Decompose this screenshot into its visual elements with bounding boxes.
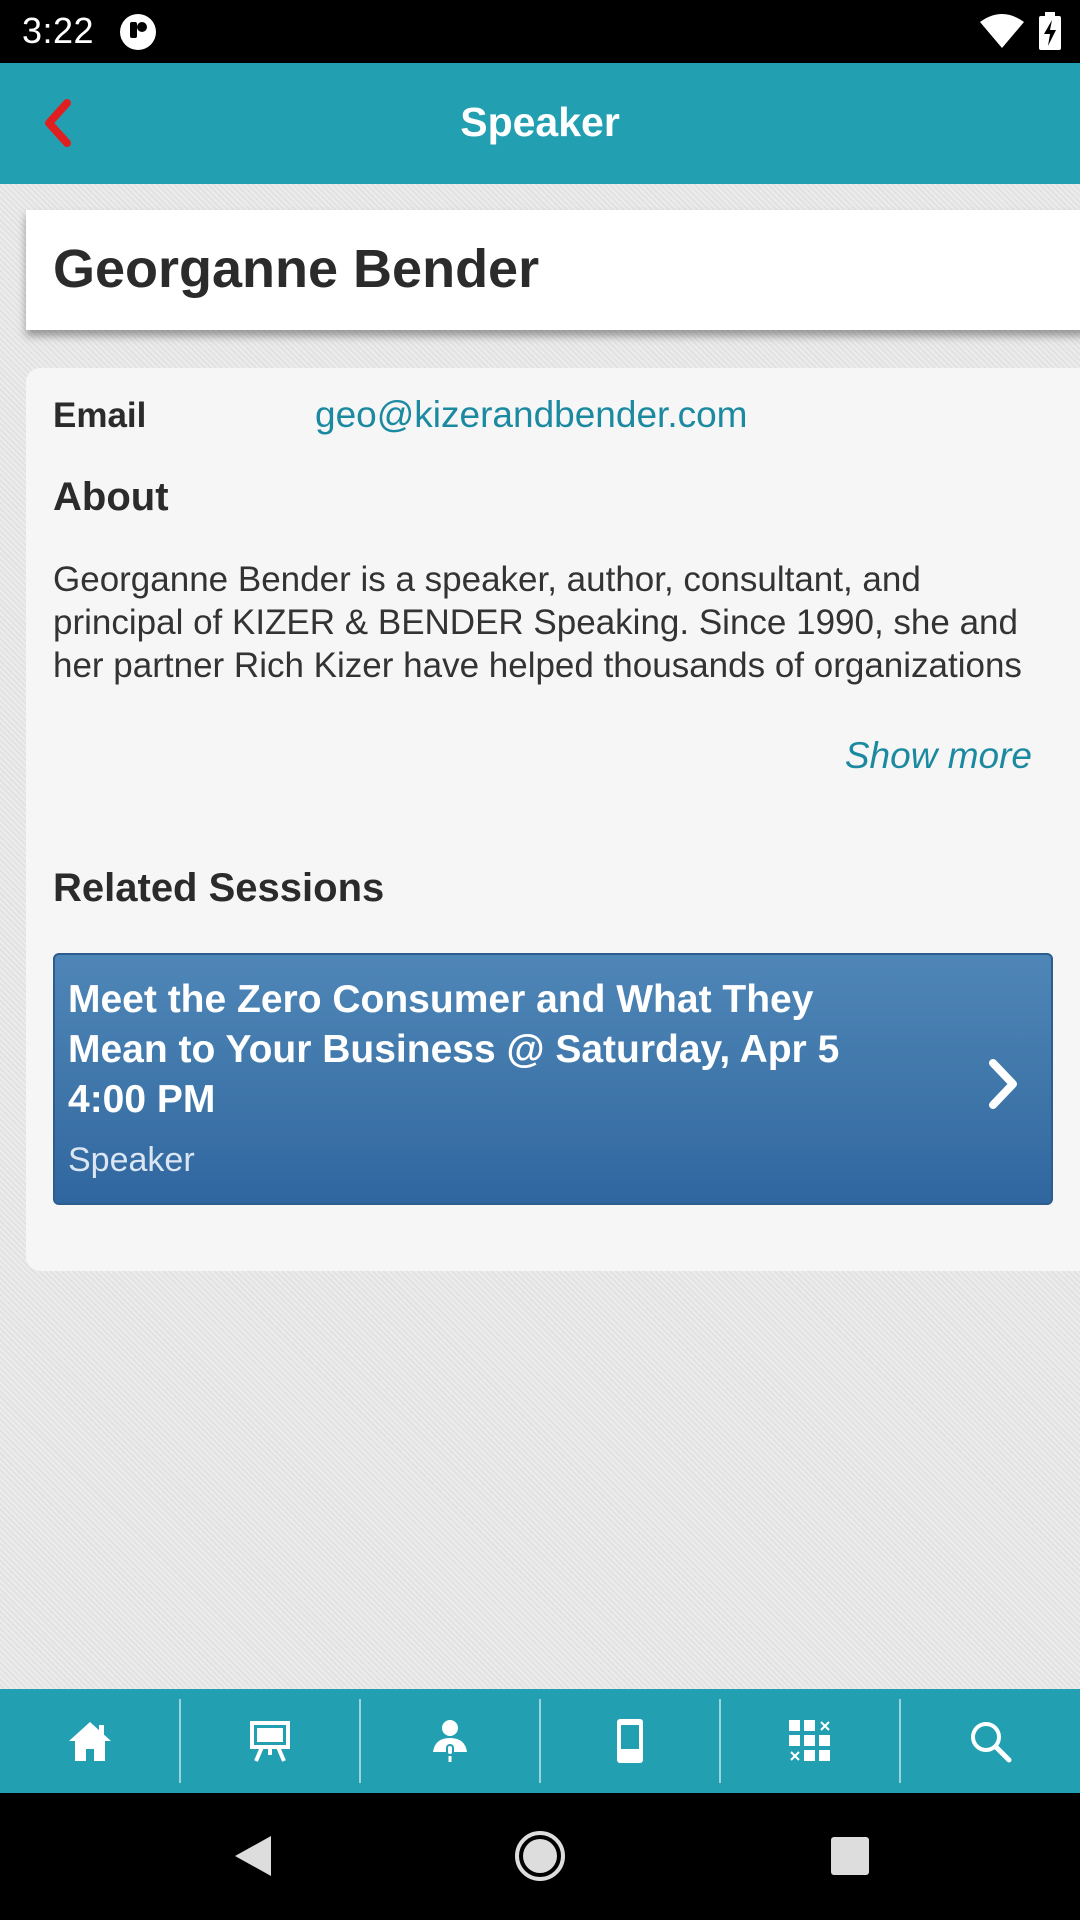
status-time: 3:22 — [22, 10, 95, 51]
nav-search-button[interactable] — [900, 1689, 1080, 1793]
about-heading: About — [53, 475, 169, 519]
nav-speakers-button[interactable] — [360, 1689, 540, 1793]
session-title: Meet the Zero Consumer and What They Mea… — [68, 978, 840, 1121]
nav-device-button[interactable] — [540, 1689, 720, 1793]
email-link[interactable]: geo@kizerandbender.com — [315, 394, 748, 436]
system-recents-button[interactable] — [815, 1821, 885, 1891]
chevron-right-icon — [989, 1059, 1017, 1109]
pocket-app-icon — [120, 14, 156, 50]
content-area: Georganne Bender Email geo@kizerandbende… — [0, 184, 1080, 1689]
status-bar: 3:22 — [0, 0, 1080, 63]
page-title: Speaker — [460, 99, 620, 145]
bottom-nav — [0, 1689, 1080, 1793]
grid-apps-icon — [789, 1720, 830, 1761]
show-more-link[interactable]: Show more — [845, 735, 1032, 777]
session-item[interactable]: Meet the Zero Consumer and What They Mea… — [53, 953, 1053, 1205]
search-icon — [971, 1722, 1012, 1763]
nav-home-button[interactable] — [0, 1689, 180, 1793]
about-text: Georganne Bender is a speaker, author, c… — [53, 560, 1022, 694]
battery-charging-icon — [1039, 12, 1061, 50]
wifi-icon — [980, 14, 1024, 48]
home-icon — [69, 1722, 111, 1761]
session-role: Speaker — [68, 1141, 195, 1179]
speaker-name-card: Georganne Bender — [26, 210, 1080, 330]
speaker-name: Georganne Bender — [53, 239, 540, 299]
system-home-button[interactable] — [505, 1821, 575, 1891]
nav-sessions-button[interactable] — [180, 1689, 360, 1793]
circle-home-icon — [515, 1831, 565, 1881]
presentation-board-icon — [250, 1721, 290, 1762]
system-back-button[interactable] — [218, 1821, 288, 1891]
triangle-back-icon — [235, 1836, 271, 1876]
email-label: Email — [53, 396, 147, 435]
speaker-person-icon — [433, 1720, 467, 1762]
system-nav-bar — [0, 1793, 1080, 1920]
related-sessions-card: Related Sessions Meet the Zero Consumer … — [26, 841, 1080, 1271]
nav-more-button[interactable] — [720, 1689, 900, 1793]
mobile-device-icon — [617, 1719, 643, 1763]
app-bar: Speaker — [0, 63, 1080, 184]
square-recents-icon — [831, 1837, 869, 1875]
related-sessions-heading: Related Sessions — [53, 866, 385, 910]
